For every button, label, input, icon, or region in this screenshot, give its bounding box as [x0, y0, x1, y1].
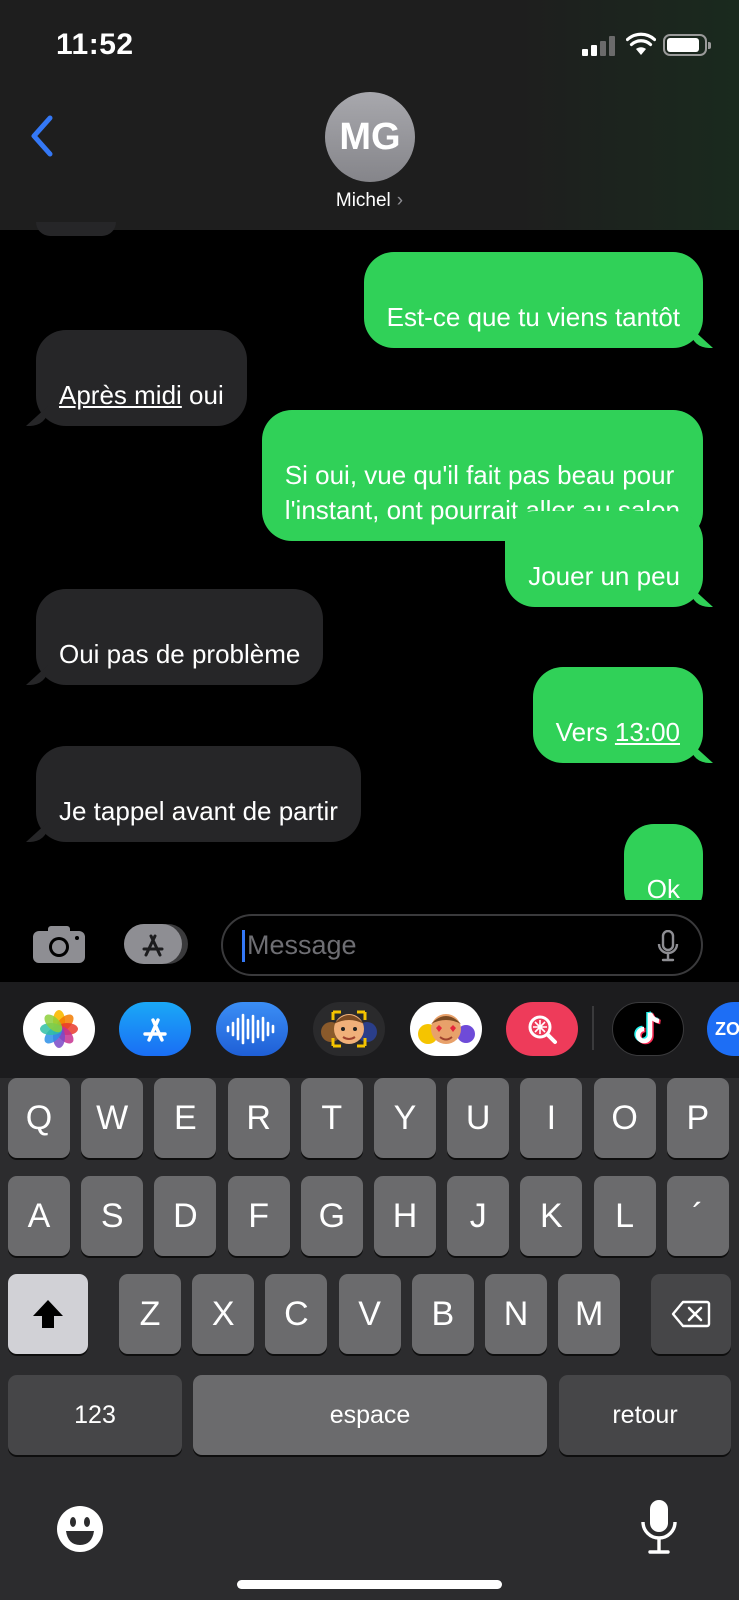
- key-b[interactable]: B: [411, 1274, 474, 1354]
- contact-name-button[interactable]: Michel ›: [0, 190, 739, 212]
- key-e[interactable]: E: [154, 1078, 217, 1158]
- message-bubble-sent[interactable]: Jouer un peu: [505, 511, 703, 607]
- chevron-right-icon: ›: [396, 190, 404, 211]
- key-s[interactable]: S: [81, 1176, 144, 1256]
- key-h[interactable]: H: [374, 1176, 436, 1256]
- key-v[interactable]: V: [338, 1274, 401, 1354]
- text-cursor: [242, 930, 245, 962]
- app-store-icon[interactable]: [119, 1002, 191, 1056]
- date-link[interactable]: Après midi: [59, 380, 182, 410]
- status-time: 11:52: [56, 28, 134, 61]
- zoom-icon[interactable]: ZO: [707, 1002, 739, 1056]
- return-key[interactable]: retour: [559, 1375, 731, 1455]
- tiktok-icon[interactable]: [612, 1002, 684, 1056]
- drawer-divider: [592, 1006, 594, 1050]
- key-m[interactable]: M: [558, 1274, 621, 1354]
- avatar-initials: MG: [339, 115, 401, 158]
- key-f[interactable]: F: [227, 1176, 290, 1256]
- memoji-stickers-icon[interactable]: [410, 1002, 482, 1056]
- key-p[interactable]: P: [666, 1078, 729, 1158]
- contact-name: Michel: [335, 190, 391, 211]
- key-i[interactable]: I: [520, 1078, 583, 1158]
- space-key[interactable]: espace: [193, 1375, 547, 1455]
- compose-bar: [0, 900, 739, 982]
- contact-avatar[interactable]: MG: [325, 92, 415, 182]
- message-bubble-sent[interactable]: Vers 13:00: [532, 667, 703, 763]
- key-l[interactable]: L: [593, 1176, 656, 1256]
- message-text: Oui pas de problème: [59, 639, 301, 669]
- message-text: Vers: [555, 717, 615, 747]
- message-thread[interactable]: Est-ce que tu viens tantôt Après midi ou…: [0, 222, 739, 920]
- message-text: Je tappel avant de partir: [59, 796, 338, 826]
- backspace-key[interactable]: [651, 1274, 731, 1354]
- dictation-microphone-icon[interactable]: [638, 1498, 680, 1556]
- key-k[interactable]: K: [520, 1176, 583, 1256]
- message-text: oui: [181, 380, 224, 410]
- app-store-icon[interactable]: [124, 924, 190, 964]
- key-n[interactable]: N: [485, 1274, 547, 1354]
- wifi-icon: [626, 32, 656, 55]
- zoom-label: ZO: [715, 1018, 739, 1039]
- key-z[interactable]: Z: [119, 1274, 181, 1354]
- key-a[interactable]: A: [8, 1176, 70, 1256]
- photos-icon[interactable]: [23, 1002, 95, 1056]
- key-o[interactable]: O: [593, 1078, 656, 1158]
- message-field[interactable]: [221, 914, 703, 976]
- audio-message-icon[interactable]: [216, 1002, 288, 1056]
- camera-icon[interactable]: [32, 924, 86, 964]
- conversation-header: 11:52 MG Michel ›: [0, 0, 739, 230]
- message-bubble-received[interactable]: Je tappel avant de partir: [36, 746, 361, 842]
- previous-message-peek: [36, 222, 116, 236]
- key-r[interactable]: R: [227, 1078, 290, 1158]
- time-link[interactable]: 13:00: [615, 717, 680, 747]
- microphone-icon[interactable]: [657, 930, 679, 962]
- imessage-app-drawer: ZO: [0, 982, 739, 1078]
- key-c[interactable]: C: [265, 1274, 328, 1354]
- key-j[interactable]: J: [447, 1176, 510, 1256]
- home-indicator: [237, 1580, 502, 1589]
- signal-icon: [582, 36, 618, 56]
- key-u[interactable]: U: [447, 1078, 510, 1158]
- numbers-key[interactable]: 123: [8, 1375, 182, 1455]
- key-w[interactable]: W: [81, 1078, 144, 1158]
- shift-icon: [33, 1300, 63, 1328]
- key-accent[interactable]: ´: [666, 1176, 729, 1256]
- back-chevron-icon[interactable]: [24, 112, 64, 160]
- message-text: Jouer un peu: [528, 561, 680, 591]
- memoji-icon[interactable]: [313, 1002, 385, 1056]
- key-x[interactable]: X: [192, 1274, 255, 1354]
- emoji-icon[interactable]: [55, 1504, 105, 1554]
- key-y[interactable]: Y: [374, 1078, 436, 1158]
- search-images-icon[interactable]: [506, 1002, 578, 1056]
- shift-key[interactable]: [8, 1274, 88, 1354]
- message-bubble-sent[interactable]: Est-ce que tu viens tantôt: [363, 252, 703, 348]
- keyboard: 123 espace retour Q W E R T Y U I O P A S D F G H J K L ´ Z X…: [0, 1078, 739, 1600]
- message-bubble-received[interactable]: Oui pas de problème: [36, 589, 324, 685]
- message-input[interactable]: [247, 926, 647, 964]
- message-bubble-received[interactable]: Après midi oui: [36, 330, 247, 426]
- key-t[interactable]: T: [300, 1078, 363, 1158]
- message-text: Est-ce que tu viens tantôt: [386, 302, 680, 332]
- key-d[interactable]: D: [154, 1176, 217, 1256]
- key-q[interactable]: Q: [8, 1078, 70, 1158]
- backspace-icon: [671, 1300, 711, 1328]
- battery-icon: [663, 34, 711, 56]
- key-g[interactable]: G: [300, 1176, 363, 1256]
